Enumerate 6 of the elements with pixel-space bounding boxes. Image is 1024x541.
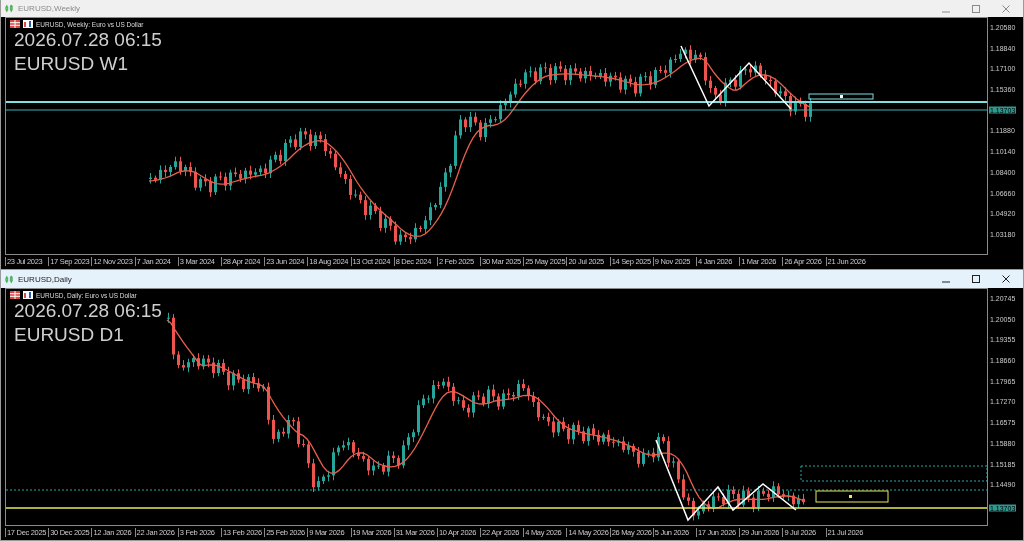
window-title: EURUSD,Weekly <box>18 4 81 13</box>
overlay-symbol: EURUSD D1 <box>13 323 124 347</box>
overlay-time: 2026.07.28 06:15 <box>13 29 162 52</box>
overlay-symbol: EURUSD W1 <box>13 52 128 76</box>
overlay-time: 2026.07.28 06:15 <box>13 300 162 323</box>
window-title: EURUSD,Daily <box>18 274 72 284</box>
